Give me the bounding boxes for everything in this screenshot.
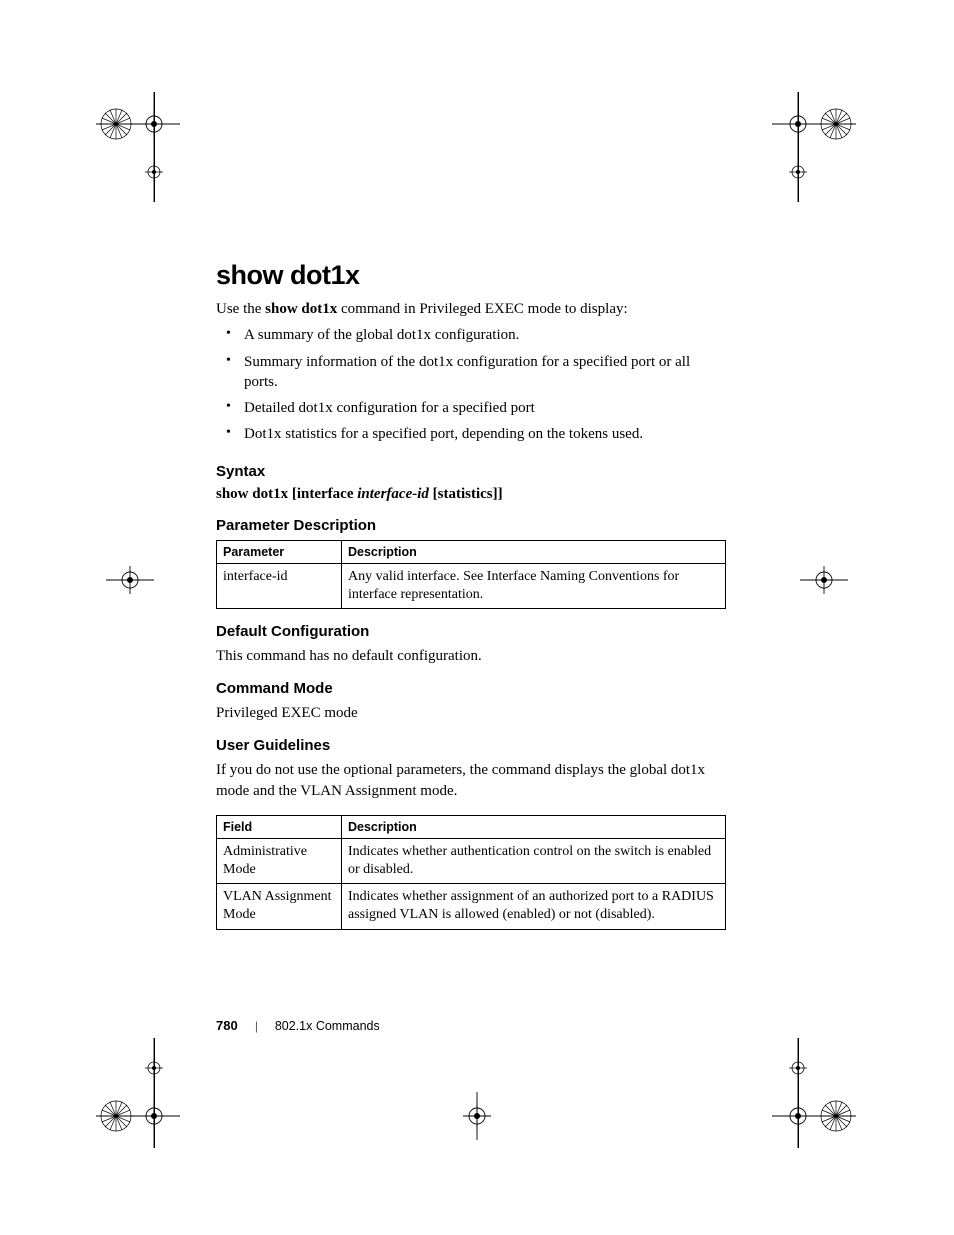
page-title: show dot1x <box>216 260 726 291</box>
syntax-opt2: [statistics]] <box>429 486 503 502</box>
footer-divider: | <box>255 1018 258 1033</box>
bullet-list: A summary of the global dot1x configurat… <box>216 325 726 444</box>
regmark-bottom-left <box>96 1038 180 1148</box>
td-desc: Any valid interface. See Interface Namin… <box>342 563 726 608</box>
regmark-mid-right <box>800 556 848 604</box>
cropline-tr-v <box>798 92 799 202</box>
section-name: 802.1x Commands <box>275 1019 380 1033</box>
td-field: VLAN Assignment Mode <box>217 884 342 929</box>
bullet-item: Detailed dot1x configuration for a speci… <box>244 398 726 418</box>
intro-prefix: Use the <box>216 301 265 317</box>
cropline-bl-v <box>154 1038 155 1148</box>
th-parameter: Parameter <box>217 540 342 563</box>
table-row: VLAN Assignment Mode Indicates whether a… <box>217 884 726 929</box>
regmark-top-left <box>96 92 180 202</box>
table-row: interface-id Any valid interface. See In… <box>217 563 726 608</box>
intro-bold: show dot1x <box>265 301 337 317</box>
td-field: Administrative Mode <box>217 838 342 883</box>
regmark-top-right <box>772 92 856 202</box>
cmdmode-text: Privileged EXEC mode <box>216 703 726 723</box>
param-table: Parameter Description interface-id Any v… <box>216 540 726 609</box>
userguide-heading: User Guidelines <box>216 737 726 754</box>
defaultcfg-heading: Default Configuration <box>216 623 726 640</box>
bullet-item: A summary of the global dot1x configurat… <box>244 325 726 345</box>
intro-text: Use the show dot1x command in Privileged… <box>216 299 726 319</box>
syntax-cmd: show dot1x <box>216 486 292 502</box>
td-param: interface-id <box>217 563 342 608</box>
th-description: Description <box>342 815 726 838</box>
userguide-text: If you do not use the optional parameter… <box>216 760 726 801</box>
page-footer: 780 | 802.1x Commands <box>216 1018 380 1034</box>
regmark-bottom-center <box>453 1092 501 1140</box>
cmdmode-heading: Command Mode <box>216 680 726 697</box>
regmark-bottom-right <box>772 1038 856 1148</box>
page-number: 780 <box>216 1018 238 1033</box>
regmark-mid-left <box>106 556 154 604</box>
syntax-heading: Syntax <box>216 463 726 480</box>
paramdesc-heading: Parameter Description <box>216 517 726 534</box>
th-description: Description <box>342 540 726 563</box>
field-table: Field Description Administrative Mode In… <box>216 815 726 930</box>
bullet-item: Dot1x statistics for a specified port, d… <box>244 424 726 444</box>
td-desc: Indicates whether assignment of an autho… <box>342 884 726 929</box>
intro-suffix: command in Privileged EXEC mode to displ… <box>337 301 627 317</box>
th-field: Field <box>217 815 342 838</box>
defaultcfg-text: This command has no default configuratio… <box>216 646 726 666</box>
cropline-tl-v <box>154 92 155 202</box>
cropline-br-v <box>798 1038 799 1148</box>
td-desc: Indicates whether authentication control… <box>342 838 726 883</box>
table-row: Administrative Mode Indicates whether au… <box>217 838 726 883</box>
syntax-arg: interface-id <box>357 486 429 502</box>
page-content: show dot1x Use the show dot1x command in… <box>216 260 726 940</box>
bullet-item: Summary information of the dot1x configu… <box>244 352 726 393</box>
syntax-opt1: [interface <box>292 486 357 502</box>
syntax-line: show dot1x [interface interface-id [stat… <box>216 486 726 503</box>
